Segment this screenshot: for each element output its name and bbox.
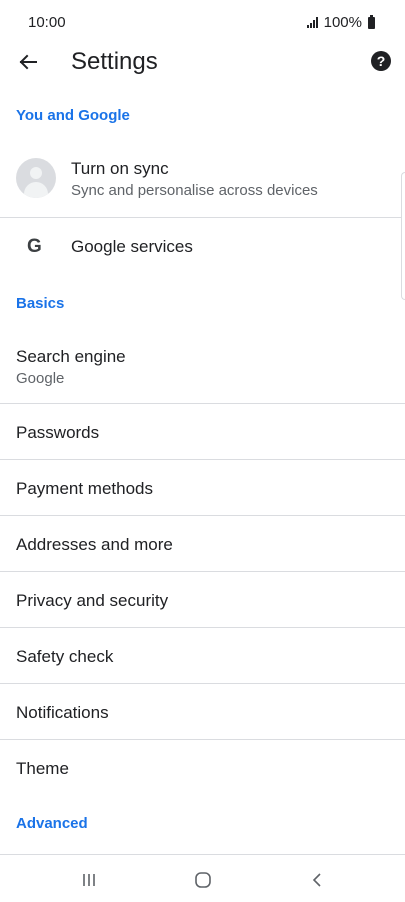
passwords-row[interactable]: Passwords [0,404,405,459]
battery-percent: 100% [323,14,362,31]
page-title: Settings [71,48,158,75]
section-header-basics: Basics [16,295,65,312]
toolbar: Settings ? [0,44,405,80]
addresses-row[interactable]: Addresses and more [0,516,405,571]
notifications-row[interactable]: Notifications [0,684,405,739]
safety-check-row[interactable]: Safety check [0,628,405,683]
help-circle-icon: ? [376,53,386,69]
google-services-row[interactable] [0,218,405,274]
recents-icon [83,874,95,886]
payment-methods-label: Payment methods [16,479,154,498]
google-g-icon: G [27,236,42,257]
privacy-label: Privacy and security [16,591,169,610]
status-time: 10:00 [28,14,66,31]
passwords-label: Passwords [16,423,100,442]
section-header-you-and-google: You and Google [16,107,130,124]
sync-sublabel: Sync and personalise across devices [71,182,318,199]
sync-label: Turn on sync [71,159,169,178]
arrow-left-icon [19,54,37,70]
payment-methods-row[interactable]: Payment methods [0,460,405,515]
battery-icon [368,14,375,29]
addresses-label: Addresses and more [16,535,173,554]
chevron-left-icon [312,873,321,887]
back-button[interactable] [14,48,42,76]
status-bar: 10:00 100% [0,0,405,44]
signal-icon [306,17,318,28]
home-button[interactable] [188,865,218,895]
help-button[interactable]: ? [371,51,391,71]
notifications-label: Notifications [16,703,109,722]
scrollbar[interactable] [401,172,405,300]
search-engine-row[interactable]: Search engine Google [0,331,405,403]
privacy-row[interactable]: Privacy and security [0,572,405,627]
google-services-label: Google services [71,237,193,256]
system-nav-bar [0,854,405,902]
search-engine-label: Search engine [16,347,126,366]
recents-button[interactable] [74,865,104,895]
sync-row[interactable] [0,142,405,217]
theme-label: Theme [16,759,69,778]
search-engine-value: Google [16,370,65,387]
status-icons: 100% [306,14,375,31]
section-header-advanced: Advanced [16,815,88,832]
account-icon [16,158,56,198]
home-icon [195,872,211,888]
nav-back-button[interactable] [302,865,332,895]
theme-row[interactable]: Theme [0,740,405,796]
safety-check-label: Safety check [16,647,114,666]
